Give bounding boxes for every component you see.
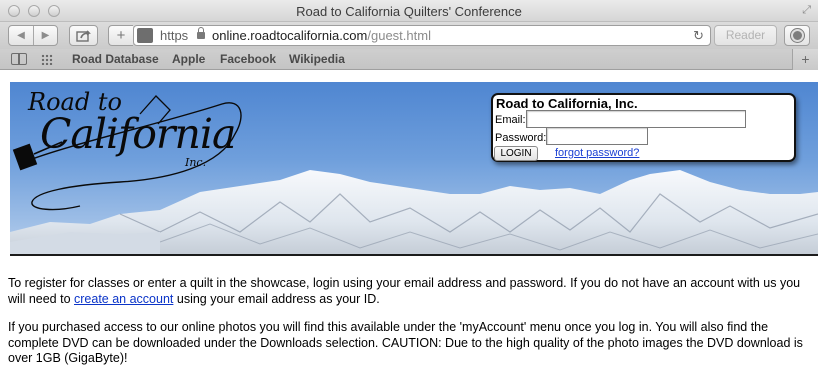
intro-paragraph: To register for classes or enter a quilt…	[8, 276, 813, 307]
login-button[interactable]: LOGIN	[494, 146, 538, 161]
logo-line2: California	[40, 110, 236, 158]
downloads-icon	[791, 29, 804, 42]
bookmark-wikipedia[interactable]: Wikipedia	[289, 52, 345, 66]
create-account-link[interactable]: create an account	[74, 292, 173, 306]
forgot-password-link[interactable]: forgot password?	[555, 147, 639, 159]
new-tab-button[interactable]: +	[792, 49, 818, 70]
intro-text-end: using your email address as your ID.	[173, 291, 380, 306]
password-field[interactable]	[546, 127, 648, 145]
bookmark-apple[interactable]: Apple	[172, 52, 205, 66]
password-label: Password:	[495, 132, 547, 144]
top-sites-icon[interactable]	[41, 54, 53, 65]
fullscreen-icon[interactable]: ⤢	[802, 4, 811, 17]
url-scheme: https	[160, 28, 189, 43]
bookmark-facebook[interactable]: Facebook	[220, 52, 276, 66]
window-titlebar: Road to California Quilters' Conference …	[0, 0, 818, 22]
address-bar[interactable]: https online.roadtocalifornia.com/guest.…	[133, 25, 711, 46]
url-host: online.roadtocalifornia.com/guest.html	[212, 28, 431, 43]
reload-icon[interactable]: ↻	[693, 26, 704, 45]
bookmarks-bar: Road Database Apple Facebook Wikipedia +	[0, 49, 818, 70]
email-label: Email:	[495, 114, 526, 126]
apple-icon	[137, 28, 153, 43]
browser-toolbar: ◀ ▶ + https online.roadtocalifornia.com/…	[0, 22, 818, 49]
login-title: Road to California, Inc.	[496, 96, 638, 111]
logo-line3: Inc.	[185, 156, 207, 169]
share-button[interactable]	[69, 25, 98, 46]
window-title: Road to California Quilters' Conference	[296, 4, 522, 19]
login-panel: Road to California, Inc. Email: Password…	[491, 93, 796, 162]
back-arrow-icon[interactable]: ◀	[9, 26, 33, 45]
reader-button[interactable]: Reader	[714, 25, 777, 46]
reading-list-icon[interactable]	[11, 53, 27, 65]
bookmark-road-database[interactable]: Road Database	[72, 52, 159, 66]
road-to-california-logo[interactable]: Road to California Inc.	[10, 84, 255, 214]
url-path: /guest.html	[367, 28, 431, 43]
lock-icon	[197, 27, 205, 40]
photos-paragraph: If you purchased access to our online ph…	[8, 320, 803, 365]
forward-arrow-icon[interactable]: ▶	[33, 26, 57, 45]
nav-button-group: ◀ ▶	[8, 25, 58, 46]
downloads-button[interactable]	[784, 25, 810, 46]
email-field[interactable]	[526, 110, 746, 128]
share-icon	[75, 30, 91, 42]
plus-icon[interactable]: +	[108, 25, 133, 46]
